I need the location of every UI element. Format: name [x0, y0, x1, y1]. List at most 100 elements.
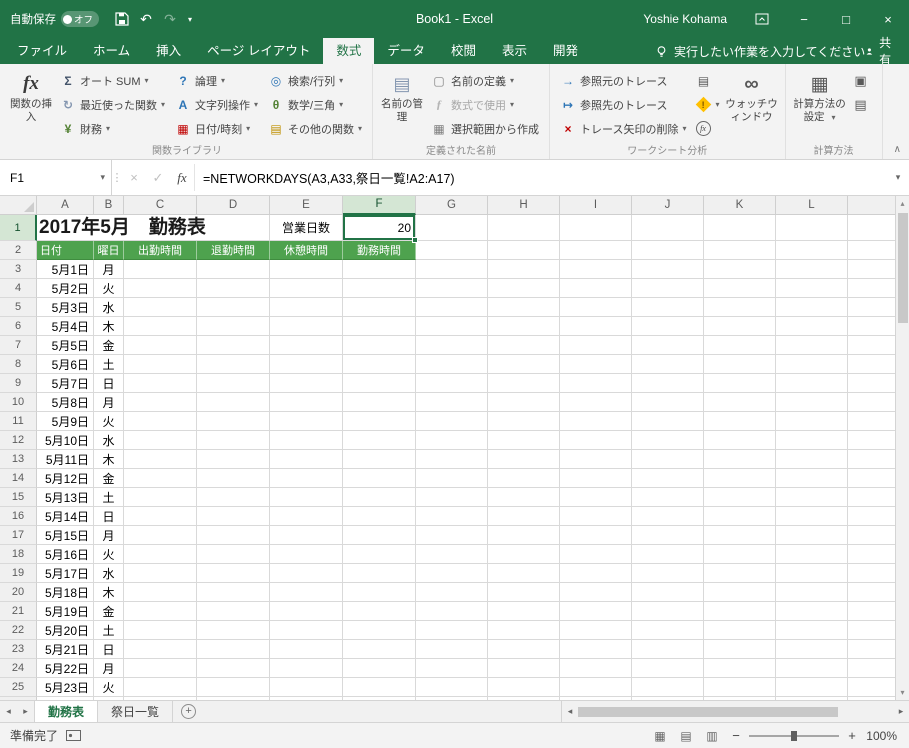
zoom-out-button[interactable]: − [725, 728, 747, 743]
cell-L16[interactable] [776, 507, 848, 526]
tab-view[interactable]: 表示 [489, 38, 540, 64]
insert-function-button[interactable]: fx 関数の挿入 [7, 67, 55, 124]
cell-C22[interactable] [124, 621, 197, 640]
cell-L5[interactable] [776, 298, 848, 317]
row-header-17[interactable]: 17 [0, 526, 37, 545]
cell-G16[interactable] [416, 507, 488, 526]
cell-H18[interactable] [488, 545, 560, 564]
row-header-12[interactable]: 12 [0, 431, 37, 450]
cell-C8[interactable] [124, 355, 197, 374]
cell-C13[interactable] [124, 450, 197, 469]
save-button[interactable] [111, 7, 133, 31]
column-header-F[interactable]: F [343, 196, 416, 215]
cell-A21[interactable]: 5月19日 [37, 602, 94, 621]
cell-I14[interactable] [560, 469, 632, 488]
cell-A10[interactable]: 5月8日 [37, 393, 94, 412]
cell-C23[interactable] [124, 640, 197, 659]
cell-E10[interactable] [270, 393, 343, 412]
tab-file[interactable]: ファイル [4, 38, 80, 64]
row-header-20[interactable]: 20 [0, 583, 37, 602]
row-header-3[interactable]: 3 [0, 260, 37, 279]
scroll-right-button[interactable]: ▸ [893, 706, 909, 717]
cell-G2[interactable] [416, 241, 488, 260]
cell-H1[interactable] [488, 215, 560, 241]
cell-G19[interactable] [416, 564, 488, 583]
cell-J10[interactable] [632, 393, 704, 412]
cell-A24[interactable]: 5月22日 [37, 659, 94, 678]
cell-J18[interactable] [632, 545, 704, 564]
cell-J14[interactable] [632, 469, 704, 488]
formula-input[interactable]: =NETWORKDAYS(A3,A33,祭日一覧!A2:A17) [195, 160, 887, 195]
cell-B11[interactable]: 火 [94, 412, 124, 431]
cell-K22[interactable] [704, 621, 776, 640]
tab-review[interactable]: 校閲 [438, 38, 489, 64]
cell-H11[interactable] [488, 412, 560, 431]
cell-K16[interactable] [704, 507, 776, 526]
text-functions-button[interactable]: A 文字列操作 ▾ [170, 94, 263, 115]
name-box[interactable]: F1 ▾ [0, 160, 112, 195]
cell-I2[interactable] [560, 241, 632, 260]
cell-B10[interactable]: 月 [94, 393, 124, 412]
cell-A5[interactable]: 5月3日 [37, 298, 94, 317]
view-normal-button[interactable]: ▦ [647, 729, 673, 743]
cell-I15[interactable] [560, 488, 632, 507]
cell-E7[interactable] [270, 336, 343, 355]
row-header-9[interactable]: 9 [0, 374, 37, 393]
cell-B15[interactable]: 土 [94, 488, 124, 507]
view-page-break-button[interactable]: ▥ [699, 729, 725, 743]
cell-B24[interactable]: 月 [94, 659, 124, 678]
cell-G22[interactable] [416, 621, 488, 640]
cell-D13[interactable] [197, 450, 270, 469]
cell-F4[interactable] [343, 279, 416, 298]
cell-F13[interactable] [343, 450, 416, 469]
cell-K10[interactable] [704, 393, 776, 412]
cell-G17[interactable] [416, 526, 488, 545]
cell-L17[interactable] [776, 526, 848, 545]
cell-J3[interactable] [632, 260, 704, 279]
cell-L6[interactable] [776, 317, 848, 336]
cell-K13[interactable] [704, 450, 776, 469]
cell-H4[interactable] [488, 279, 560, 298]
cell-K23[interactable] [704, 640, 776, 659]
name-manager-button[interactable]: ▤ 名前の管理 [378, 67, 426, 124]
cell-J4[interactable] [632, 279, 704, 298]
cell-D3[interactable] [197, 260, 270, 279]
column-header-H[interactable]: H [488, 196, 560, 215]
cell-C25[interactable] [124, 678, 197, 697]
cell-A18[interactable]: 5月16日 [37, 545, 94, 564]
cell-G9[interactable] [416, 374, 488, 393]
cell-L22[interactable] [776, 621, 848, 640]
cell-E6[interactable] [270, 317, 343, 336]
cell-H19[interactable] [488, 564, 560, 583]
cell-H23[interactable] [488, 640, 560, 659]
autosave-switch[interactable]: オフ [61, 11, 99, 27]
cell-I3[interactable] [560, 260, 632, 279]
cell-L10[interactable] [776, 393, 848, 412]
cell-I13[interactable] [560, 450, 632, 469]
cell-K17[interactable] [704, 526, 776, 545]
zoom-slider[interactable] [749, 735, 839, 737]
calculate-now-button[interactable]: ▣ [849, 70, 877, 91]
cell-H24[interactable] [488, 659, 560, 678]
cell-B19[interactable]: 水 [94, 564, 124, 583]
cell-A9[interactable]: 5月7日 [37, 374, 94, 393]
zoom-in-button[interactable]: + [841, 728, 863, 743]
cell-G7[interactable] [416, 336, 488, 355]
cell-I19[interactable] [560, 564, 632, 583]
cell-C20[interactable] [124, 583, 197, 602]
cell-A20[interactable]: 5月18日 [37, 583, 94, 602]
cell-E25[interactable] [270, 678, 343, 697]
column-header-J[interactable]: J [632, 196, 704, 215]
tab-data[interactable]: データ [374, 38, 438, 64]
cell-B21[interactable]: 金 [94, 602, 124, 621]
cell-E1[interactable]: 営業日数 [270, 215, 343, 241]
cell-I6[interactable] [560, 317, 632, 336]
trace-precedents-button[interactable]: → 参照元のトレース [555, 70, 691, 91]
cell-B5[interactable]: 水 [94, 298, 124, 317]
cell-E22[interactable] [270, 621, 343, 640]
cell-K1[interactable] [704, 215, 776, 241]
tab-developer[interactable]: 開発 [540, 38, 591, 64]
calculation-options-button[interactable]: ▦ 計算方法の設定 ▾ [791, 67, 849, 124]
cell-D16[interactable] [197, 507, 270, 526]
cell-J2[interactable] [632, 241, 704, 260]
